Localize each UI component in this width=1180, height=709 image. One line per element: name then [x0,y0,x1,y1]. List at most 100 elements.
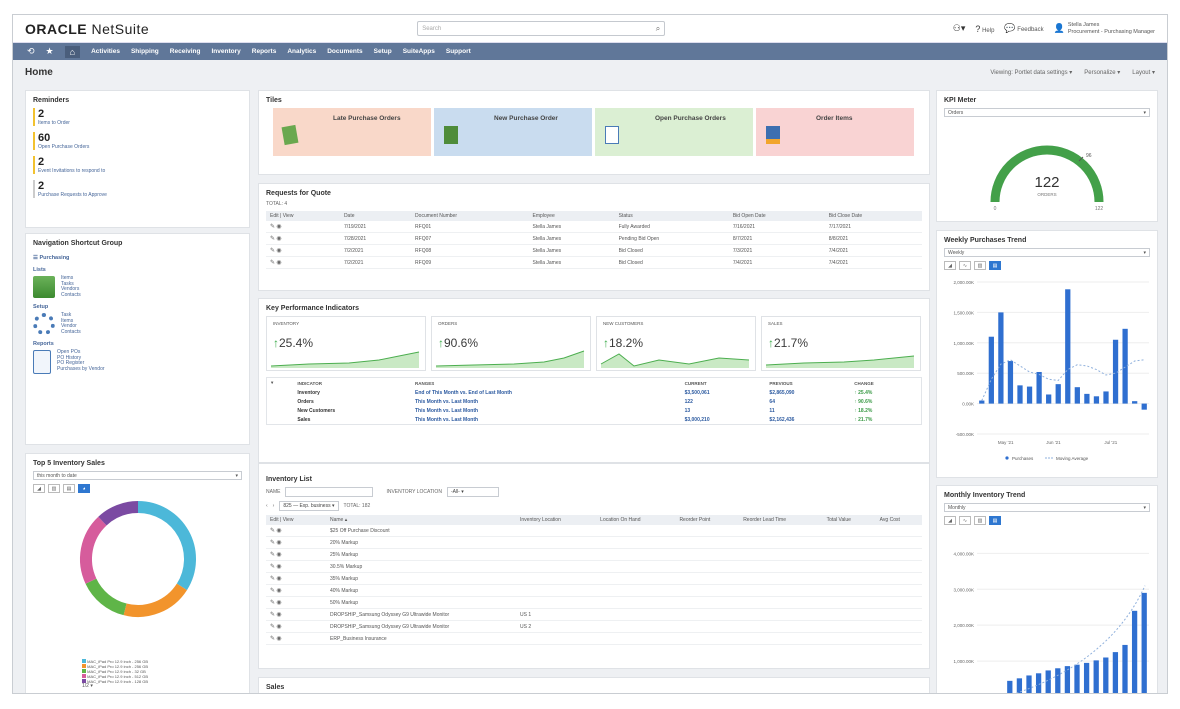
col-header[interactable]: Location On Hand [596,515,676,525]
edit-icon[interactable]: ✎ [270,528,275,534]
col-header[interactable]: Bid Close Date [824,211,922,221]
view-icon[interactable]: ◉ [276,624,281,630]
bar[interactable] [1074,664,1080,694]
home-icon[interactable]: ⌂ [64,45,81,58]
col-header[interactable]: Reorder Point [675,515,740,525]
kpi-range-link[interactable]: This Month vs. Last Month [411,415,681,424]
bar[interactable] [1064,666,1071,694]
view-icon[interactable]: ◉ [276,260,281,266]
bar-chart-icon[interactable]: ▥ [974,516,986,525]
kpi-previous[interactable]: $2,865,090 [765,388,850,397]
kpi-card-new-customers[interactable]: NEW CUSTOMERS ↑18.2% [596,316,756,371]
bar[interactable] [1103,391,1109,404]
col-header[interactable]: Inventory Location [516,515,597,525]
view-icon[interactable]: ◉ [276,612,281,618]
edit-icon[interactable]: ✎ [270,260,275,266]
view-icon[interactable]: ◉ [276,564,281,570]
bar[interactable] [1083,662,1090,694]
weekly-period-select[interactable]: Weekly ▾ [944,248,1150,257]
kpi-card-orders[interactable]: ORDERS ↑90.6% [431,316,591,371]
edit-icon[interactable]: ✎ [270,564,275,570]
nav-inventory[interactable]: Inventory [212,48,241,55]
search-icon[interactable]: ⌕ [656,24,660,34]
reminder-label[interactable]: Purchase Requests to Approve [38,192,242,198]
bar[interactable] [1141,592,1147,694]
viewing-settings-menu[interactable]: Viewing: Portlet data settings ▾ [990,69,1072,76]
table-cell[interactable]: RFQ09 [411,256,529,269]
bar-chart-icon[interactable]: ▥ [974,261,986,270]
item-name[interactable]: $25 Off Purchase Discount [326,525,516,537]
kpi-range-link[interactable]: This Month vs. Last Month [411,397,681,406]
item-name[interactable]: 35% Markup [326,572,516,585]
kpi-previous[interactable]: $2,162,436 [765,415,850,424]
nav-activities[interactable]: Activities [91,48,120,55]
kpi-card-inventory[interactable]: INVENTORY ↑25.4% [266,316,426,371]
bar[interactable] [1055,668,1061,694]
feedback-link[interactable]: 💬 Feedback [1004,23,1043,34]
reminder-label[interactable]: Open Purchase Orders [38,144,242,150]
area-chart-icon[interactable]: ◢ [33,484,45,493]
kpi-meter-select[interactable]: Orders ▾ [944,108,1150,117]
bar[interactable] [1122,328,1128,404]
kpi-current[interactable]: 13 [681,406,766,415]
bar[interactable] [1112,652,1119,694]
user-menu[interactable]: 👤 Stella James Procurement - Purchasing … [1054,22,1155,36]
layout-menu[interactable]: Layout ▾ [1132,69,1155,76]
edit-icon[interactable]: ✎ [270,236,275,242]
col-header[interactable]: Avg Cost [875,515,922,525]
area-chart-icon[interactable]: ◢ [944,261,956,270]
kpi-range-link[interactable]: This Month vs. Last Month [411,406,681,415]
tile-new-purchase-order[interactable]: New Purchase Order [434,108,592,156]
nav-receiving[interactable]: Receiving [170,48,201,55]
kpi-previous[interactable]: 11 [765,406,850,415]
edit-icon[interactable]: ✎ [270,576,275,582]
bar[interactable] [1007,680,1013,694]
bar[interactable] [1017,385,1023,404]
nav-analytics[interactable]: Analytics [287,48,316,55]
pie-slice[interactable] [80,516,107,584]
bar[interactable] [1046,394,1052,404]
kpi-current[interactable]: 122 [681,397,766,406]
view-icon[interactable]: ◉ [276,588,281,594]
recent-people-icon[interactable]: ⚇▾ [953,23,966,34]
shortcut-link[interactable]: Contacts [61,292,81,299]
area-chart-icon[interactable]: ◢ [944,516,956,525]
bar[interactable] [1103,657,1109,695]
view-icon[interactable]: ◉ [276,636,281,642]
bar[interactable] [1132,401,1138,404]
legend-pager[interactable]: 1/2 ▾ [82,684,148,689]
bar[interactable] [1007,361,1014,404]
kpi-expand-icon[interactable]: ▾ [267,378,293,388]
nav-support[interactable]: Support [446,48,471,55]
reminder-label[interactable]: Event Invitations to respond to [38,168,242,174]
view-icon[interactable]: ◉ [276,224,281,230]
item-name[interactable]: 40% Markup [326,584,516,597]
view-icon[interactable]: ◉ [276,248,281,254]
shortcut-group-header[interactable]: ☰ Purchasing [33,255,242,261]
range-select[interactable]: 825 — Exp. business ▾ [279,501,339,511]
bar[interactable] [1026,675,1032,694]
bar[interactable] [988,336,994,404]
kpi-range-link[interactable]: End of This Month vs. End of Last Month [411,388,681,397]
reminder-item[interactable]: 2 Event Invitations to respond to [33,156,242,174]
bar[interactable] [1093,396,1100,404]
table-cell[interactable]: RFQ08 [411,244,529,257]
view-icon[interactable]: ◉ [276,576,281,582]
edit-icon[interactable]: ✎ [270,552,275,558]
pie-chart-icon[interactable]: ◕ [78,484,90,493]
bar[interactable] [998,312,1004,404]
reminder-label[interactable]: Items to Order [38,120,242,126]
kpi-current[interactable]: $3,500,061 [681,388,766,397]
col-header[interactable]: Employee [528,211,615,221]
table-cell[interactable]: RFQ01 [411,221,529,233]
tile-order-items[interactable]: Order Items [756,108,914,156]
view-icon[interactable]: ◉ [276,600,281,606]
column-chart-icon[interactable]: ▤ [63,484,75,493]
bar[interactable] [1045,670,1051,694]
kpi-current[interactable]: $3,000,210 [681,415,766,424]
kpi-card-sales[interactable]: SALES ↑21.7% [761,316,921,371]
bar[interactable] [979,400,985,404]
prev-page-icon[interactable]: ‹ [266,503,268,509]
bar[interactable] [1141,403,1147,410]
bar[interactable] [1036,371,1042,404]
